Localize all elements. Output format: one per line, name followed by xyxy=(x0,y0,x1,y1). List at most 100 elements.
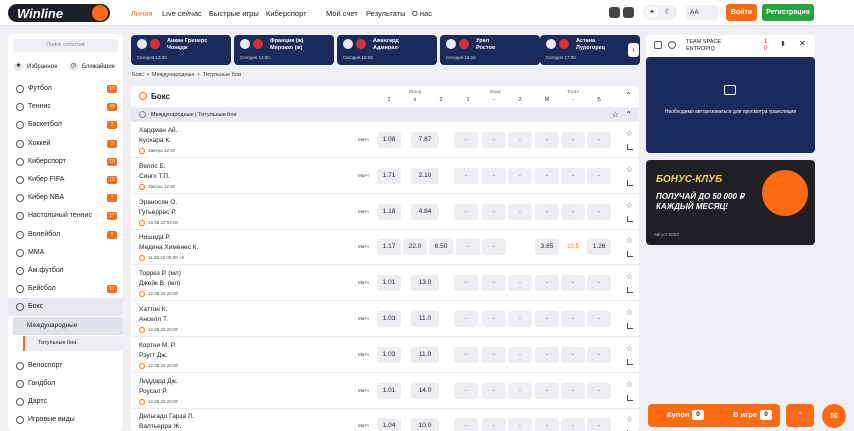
ticker-match-1[interactable]: Франция (ж) Марокко (ж) Сегодня 14:00 xyxy=(234,35,334,65)
odds-button[interactable]: - xyxy=(456,239,480,256)
stats-icon[interactable] xyxy=(627,358,633,365)
sidebar-item2-3[interactable]: Игровые виды xyxy=(8,411,123,429)
favorites-button[interactable]: ★ Избранное xyxy=(14,62,57,71)
stats-icon[interactable] xyxy=(627,287,633,294)
odds-button[interactable]: - xyxy=(482,346,506,363)
nav-live[interactable]: Live сейчас xyxy=(162,9,202,18)
odds-button[interactable]: 10.0 xyxy=(411,418,439,431)
video-player[interactable]: Необходимо авторизоваться для просмотра … xyxy=(646,57,815,153)
pin-icon[interactable]: ⬍ xyxy=(780,40,786,48)
sidebar-sub-international[interactable]: Международные xyxy=(13,317,123,335)
android-icon[interactable] xyxy=(609,7,620,18)
odds-button[interactable]: - xyxy=(561,132,585,148)
odds-button[interactable]: 10.5 xyxy=(561,239,585,255)
nav-account[interactable]: Мой счет xyxy=(326,9,358,18)
sidebar-item-7[interactable]: Настольный теннис 17 xyxy=(8,207,123,225)
odds-button[interactable]: 1.71 xyxy=(377,167,401,184)
odds-button[interactable]: - xyxy=(454,382,478,399)
odds-button[interactable]: - xyxy=(587,275,611,292)
breadcrumb-title-fights[interactable]: Титульные бои xyxy=(203,72,241,78)
stats-icon[interactable] xyxy=(627,323,633,329)
sidebar-item-2[interactable]: Баскетбол 2 xyxy=(8,116,123,134)
odds-button[interactable]: 6.50 xyxy=(429,239,453,256)
event-row[interactable]: Эраносян О. Гутьеррес Р. 10.08.23 04:00 Мат… xyxy=(131,194,639,230)
odds-button[interactable]: - xyxy=(561,167,585,184)
live-match-card[interactable]: TEAM SPACE ENTROPIQ 10 ⬍ ✕ xyxy=(646,35,815,57)
event-row[interactable]: Лиддард Дж. Роусал Р. 12.08.23 20:00 Матч 1.… xyxy=(131,373,639,409)
odds-button[interactable]: 1.03 xyxy=(377,311,401,327)
stats-icon[interactable] xyxy=(627,144,633,150)
sidebar-item2-2[interactable]: Дартс xyxy=(8,393,123,411)
sidebar-sub-title-fights[interactable]: Титульные бои xyxy=(23,336,123,351)
odds-button[interactable]: - xyxy=(454,167,478,184)
sidebar-item-5[interactable]: Кибер FIFA 10 xyxy=(8,171,123,189)
favorite-star-icon[interactable]: ☆ xyxy=(626,415,633,424)
odds-button[interactable]: - xyxy=(508,132,532,148)
odds-button[interactable]: - xyxy=(454,311,478,327)
odds-button[interactable]: - xyxy=(508,346,532,363)
odds-button[interactable]: - xyxy=(535,311,559,327)
odds-button[interactable]: 2.10 xyxy=(411,167,439,184)
nav-esports[interactable]: Киберспорт xyxy=(266,9,307,18)
odds-button[interactable]: - xyxy=(587,132,611,148)
favorite-star-icon[interactable]: ☆ xyxy=(626,165,633,174)
odds-button[interactable]: - xyxy=(482,275,506,292)
odds-button[interactable]: - xyxy=(508,203,532,220)
event-row[interactable]: Дельгадо Гарза Л. Валтьерра Ж. Матч 1.04 10.… xyxy=(131,408,639,431)
collapse-icon[interactable]: ⌃ xyxy=(625,91,632,100)
odds-button[interactable]: - xyxy=(482,203,506,220)
favorite-star-icon[interactable]: ☆ xyxy=(626,236,633,245)
upcoming-button[interactable]: ◷ Ближайшие xyxy=(69,62,115,71)
ticker-match-3[interactable]: Урал Ростов Сегодня 16:15 xyxy=(440,35,540,65)
odds-button[interactable]: - xyxy=(482,167,506,184)
sidebar-item2-1[interactable]: Гандбол xyxy=(8,375,123,393)
coupon-label[interactable]: Купон xyxy=(667,410,689,419)
sidebar-item-1[interactable]: Теннис 49 xyxy=(8,98,123,116)
odds-button[interactable]: - xyxy=(535,346,559,363)
scroll-up-button[interactable]: ⌃ xyxy=(786,404,814,427)
odds-button[interactable]: - xyxy=(482,418,506,431)
moon-icon[interactable]: ☾ xyxy=(662,7,674,18)
ticker-match-0[interactable]: Анкан Гринерс Чонкдж Сегодня 13:30 xyxy=(131,35,231,65)
font-size-toggle[interactable]: AA xyxy=(686,5,718,20)
ticker-next-button[interactable]: › xyxy=(628,43,639,57)
odds-button[interactable]: - xyxy=(482,132,506,148)
chat-button[interactable]: ✉ xyxy=(822,404,846,428)
event-row[interactable]: Хаттон К. Анселл Т. 12.08.23 20:00 Матч 1.03… xyxy=(131,301,639,337)
nav-about[interactable]: О нас xyxy=(412,9,432,18)
odds-button[interactable]: 1.01 xyxy=(377,382,401,399)
odds-button[interactable]: 22.0 xyxy=(403,239,427,256)
favorite-star-icon[interactable]: ☆ xyxy=(626,201,633,210)
odds-button[interactable]: - xyxy=(508,167,532,184)
ticker-match-2[interactable]: Авангард Адмирал Сегодня 15:00 xyxy=(337,35,437,65)
odds-button[interactable]: - xyxy=(561,382,585,399)
odds-button[interactable]: - xyxy=(587,311,611,327)
odds-button[interactable]: 11.0 xyxy=(411,311,439,327)
event-row[interactable]: Нишида Р. Медина Хименес К. 11.08.23 08:00… xyxy=(131,229,639,266)
search-input[interactable]: Поиск событий xyxy=(13,39,118,52)
apple-icon[interactable] xyxy=(623,7,634,18)
odds-button[interactable]: - xyxy=(561,346,585,363)
odds-button[interactable]: 4.84 xyxy=(411,203,439,220)
odds-button[interactable]: 13.0 xyxy=(411,275,439,292)
sun-icon[interactable]: ☀ xyxy=(646,7,658,18)
odds-button[interactable]: - xyxy=(535,203,559,220)
close-icon[interactable]: ✕ xyxy=(799,39,806,48)
odds-button[interactable]: 1.04 xyxy=(377,418,401,431)
nav-results[interactable]: Результаты xyxy=(366,9,406,18)
ticker-match-4[interactable]: Астана Лудогорец Сегодня 17:00 xyxy=(540,35,640,65)
odds-button[interactable]: 11.0 xyxy=(411,346,439,363)
odds-button[interactable]: - xyxy=(535,275,559,292)
favorite-star-icon[interactable]: ☆ xyxy=(626,129,633,138)
stats-icon[interactable] xyxy=(627,215,633,222)
sidebar-item-0[interactable]: Футбол 19 xyxy=(8,80,123,98)
tournament-collapse-icon[interactable]: ⌃ xyxy=(625,108,632,122)
sidebar-item-10[interactable]: Ам.футбол xyxy=(8,262,123,280)
odds-button[interactable]: - xyxy=(587,203,611,220)
odds-button[interactable]: 14.0 xyxy=(411,382,439,399)
event-row[interactable]: Веллс Б. Сингх Т.П. Завтра 12:30 Матч 1.71 2.… xyxy=(131,158,639,194)
odds-button[interactable]: 1.18 xyxy=(377,203,401,220)
stats-icon[interactable] xyxy=(627,251,633,258)
odds-button[interactable]: 1.03 xyxy=(377,346,401,363)
favorite-star-icon[interactable]: ☆ xyxy=(626,272,633,281)
